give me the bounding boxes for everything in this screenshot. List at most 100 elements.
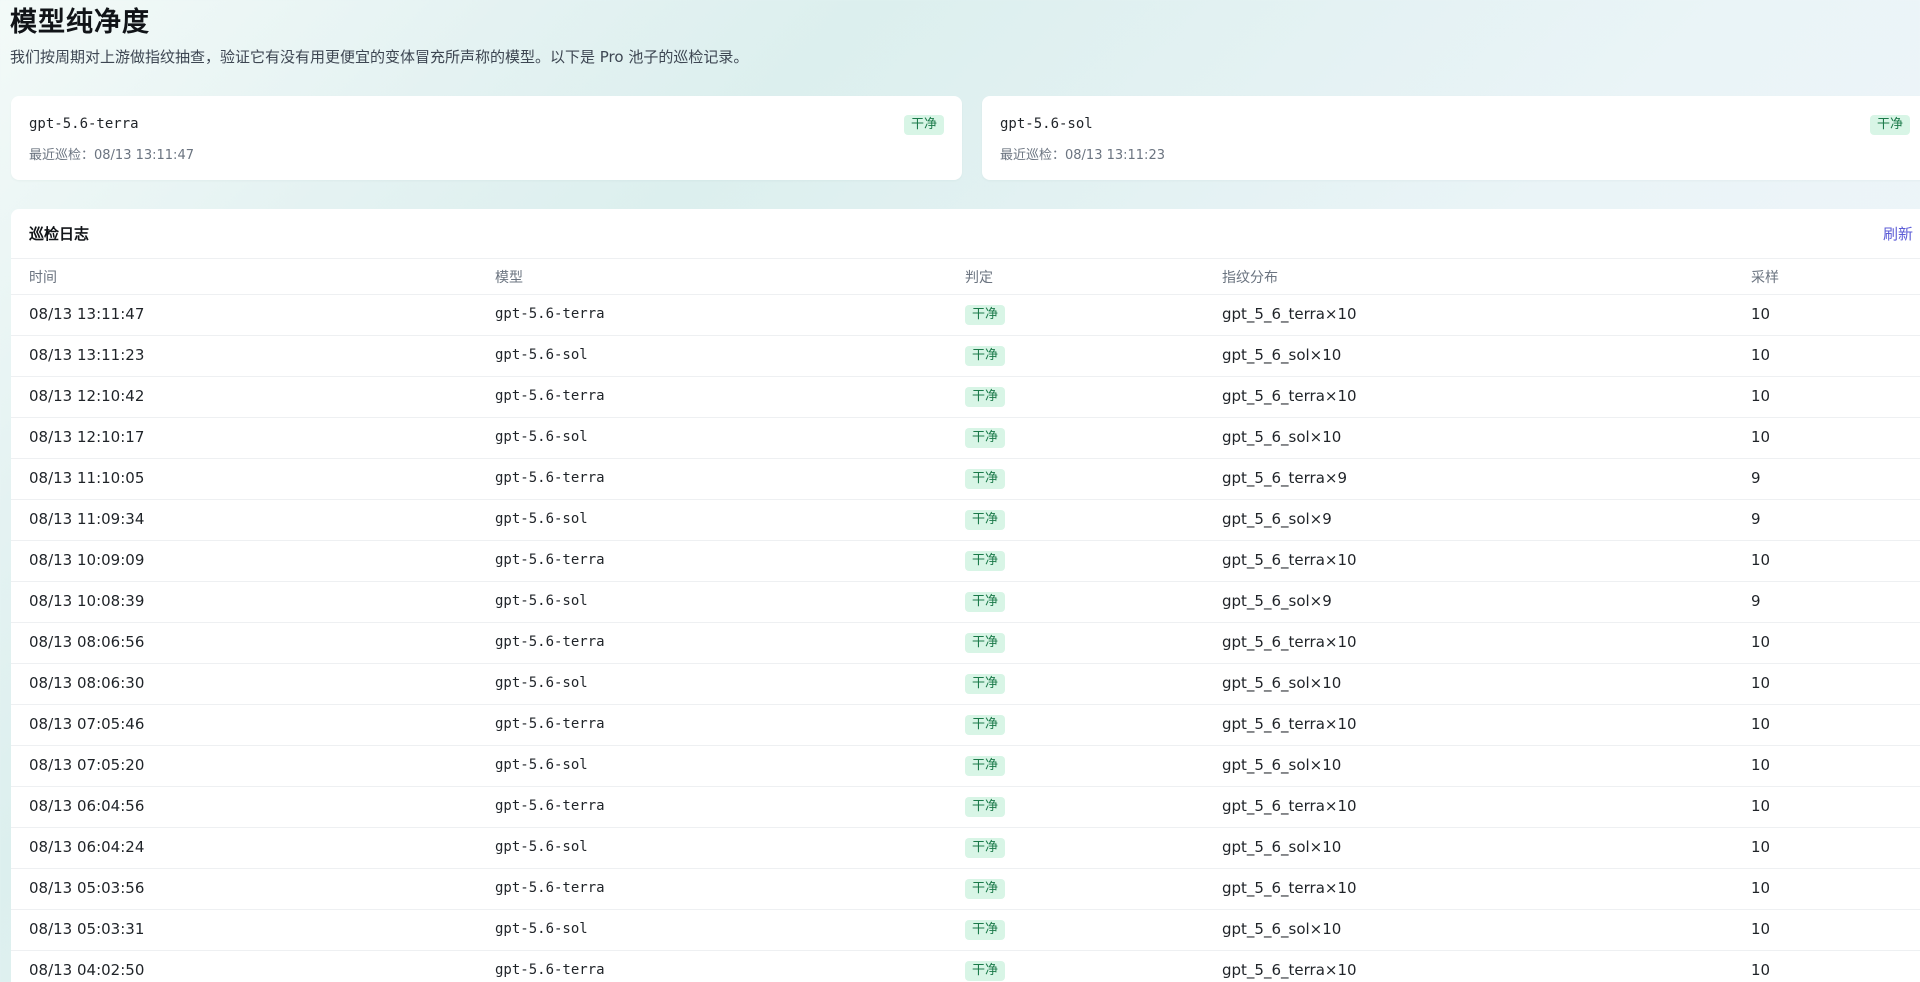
card-model-name: gpt-5.6-sol [1000,116,1093,132]
row-sample: 10 [1751,756,1771,774]
status-badge: 干净 [965,551,1006,571]
status-badge: 干净 [965,961,1006,981]
row-time: 08/13 06:04:56 [29,797,145,815]
table-row: 08/13 11:10:05 gpt-5.6-terra 干净 gpt_5_6_ter… [11,458,1920,499]
column-header-verdict: 判定 [965,270,993,286]
table-row: 08/13 11:09:34 gpt-5.6-sol 干净 gpt_5_6_sol×9… [11,499,1920,540]
row-model: gpt-5.6-terra [495,880,605,896]
row-time: 08/13 10:09:09 [29,551,145,569]
row-sample: 10 [1751,797,1771,815]
refresh-button[interactable]: 刷新 [1883,223,1913,244]
table-row: 08/13 13:11:23 gpt-5.6-sol 干净 gpt_5_6_sol×1… [11,335,1920,376]
status-badge: 干净 [965,838,1006,858]
row-time: 08/13 08:06:56 [29,633,145,651]
status-badge: 干净 [965,592,1006,612]
status-badge: 干净 [965,797,1006,817]
row-sample: 10 [1751,346,1771,364]
model-card-sol: gpt-5.6-sol 干净 最近巡检：08/13 13:11:23 [982,96,1920,180]
row-fingerprint: gpt_5_6_terra×9 [1222,469,1347,487]
row-time: 08/13 13:11:47 [29,305,145,323]
status-badge: 干净 [965,428,1006,448]
table-row: 08/13 06:04:56 gpt-5.6-terra 干净 gpt_5_6_ter… [11,786,1920,827]
status-badge: 干净 [965,756,1006,776]
table-row: 08/13 10:08:39 gpt-5.6-sol 干净 gpt_5_6_sol×9… [11,581,1920,622]
log-title: 巡检日志 [29,225,90,243]
column-header-model: 模型 [495,270,523,286]
row-time: 08/13 06:04:24 [29,838,145,856]
row-sample: 9 [1751,469,1761,487]
table-row: 08/13 05:03:56 gpt-5.6-terra 干净 gpt_5_6_ter… [11,868,1920,909]
row-sample: 10 [1751,838,1771,856]
row-model: gpt-5.6-terra [495,306,605,322]
row-fingerprint: gpt_5_6_sol×10 [1222,674,1342,692]
row-sample: 10 [1751,387,1771,405]
row-model: gpt-5.6-terra [495,470,605,486]
status-badge: 干净 [1870,115,1911,135]
row-fingerprint: gpt_5_6_terra×10 [1222,715,1357,733]
row-sample: 10 [1751,961,1771,979]
row-model: gpt-5.6-sol [495,429,588,445]
row-fingerprint: gpt_5_6_sol×9 [1222,592,1332,610]
row-time: 08/13 11:10:05 [29,469,145,487]
row-fingerprint: gpt_5_6_sol×10 [1222,428,1342,446]
status-badge: 干净 [965,387,1006,407]
row-sample: 10 [1751,305,1771,323]
row-fingerprint: gpt_5_6_sol×10 [1222,838,1342,856]
row-time: 08/13 13:11:23 [29,346,145,364]
row-fingerprint: gpt_5_6_terra×10 [1222,551,1357,569]
row-model: gpt-5.6-sol [495,511,588,527]
row-fingerprint: gpt_5_6_terra×10 [1222,387,1357,405]
row-time: 08/13 07:05:20 [29,756,145,774]
row-time: 08/13 05:03:56 [29,879,145,897]
column-header-time: 时间 [29,270,57,286]
row-fingerprint: gpt_5_6_terra×10 [1222,961,1357,979]
row-sample: 9 [1751,510,1761,528]
card-last-check: 最近巡检：08/13 13:11:47 [29,148,194,163]
status-badge: 干净 [965,510,1006,530]
row-model: gpt-5.6-sol [495,675,588,691]
row-fingerprint: gpt_5_6_terra×10 [1222,305,1357,323]
status-badge: 干净 [965,469,1006,489]
row-sample: 10 [1751,674,1771,692]
table-row: 08/13 06:04:24 gpt-5.6-sol 干净 gpt_5_6_sol×1… [11,827,1920,868]
status-badge: 干净 [965,674,1006,694]
table-row: 08/13 10:09:09 gpt-5.6-terra 干净 gpt_5_6_ter… [11,540,1920,581]
row-model: gpt-5.6-terra [495,716,605,732]
row-sample: 10 [1751,715,1771,733]
row-sample: 10 [1751,633,1771,651]
row-model: gpt-5.6-sol [495,839,588,855]
row-fingerprint: gpt_5_6_sol×10 [1222,346,1342,364]
status-badge: 干净 [965,346,1006,366]
card-last-check: 最近巡检：08/13 13:11:23 [1000,148,1165,163]
card-model-name: gpt-5.6-terra [29,116,139,132]
table-row: 08/13 07:05:20 gpt-5.6-sol 干净 gpt_5_6_sol×1… [11,745,1920,786]
row-time: 08/13 10:08:39 [29,592,145,610]
row-model: gpt-5.6-terra [495,962,605,978]
row-time: 08/13 07:05:46 [29,715,145,733]
row-sample: 10 [1751,551,1771,569]
row-model: gpt-5.6-terra [495,552,605,568]
table-row: 08/13 12:10:17 gpt-5.6-sol 干净 gpt_5_6_sol×1… [11,417,1920,458]
row-time: 08/13 04:02:50 [29,961,145,979]
log-table-body: 08/13 13:11:47 gpt-5.6-terra 干净 gpt_5_6_ter… [11,294,1920,982]
status-badge: 干净 [965,633,1006,653]
status-badge: 干净 [965,305,1006,325]
row-model: gpt-5.6-terra [495,388,605,404]
row-model: gpt-5.6-sol [495,593,588,609]
row-sample: 10 [1751,428,1771,446]
column-header-sample: 采样 [1751,270,1779,286]
row-fingerprint: gpt_5_6_sol×10 [1222,756,1342,774]
row-time: 08/13 08:06:30 [29,674,145,692]
model-card-terra: gpt-5.6-terra 干净 最近巡检：08/13 13:11:47 [11,96,962,180]
row-sample: 10 [1751,879,1771,897]
row-model: gpt-5.6-sol [495,347,588,363]
row-model: gpt-5.6-sol [495,921,588,937]
table-row: 08/13 08:06:56 gpt-5.6-terra 干净 gpt_5_6_ter… [11,622,1920,663]
status-badge: 干净 [903,115,944,135]
row-sample: 10 [1751,920,1771,938]
page-description: 我们按周期对上游做指纹抽查，验证它有没有用更便宜的变体冒充所声称的模型。以下是 … [10,48,749,66]
row-time: 08/13 12:10:17 [29,428,145,446]
row-fingerprint: gpt_5_6_sol×10 [1222,920,1342,938]
row-model: gpt-5.6-terra [495,798,605,814]
row-sample: 9 [1751,592,1761,610]
